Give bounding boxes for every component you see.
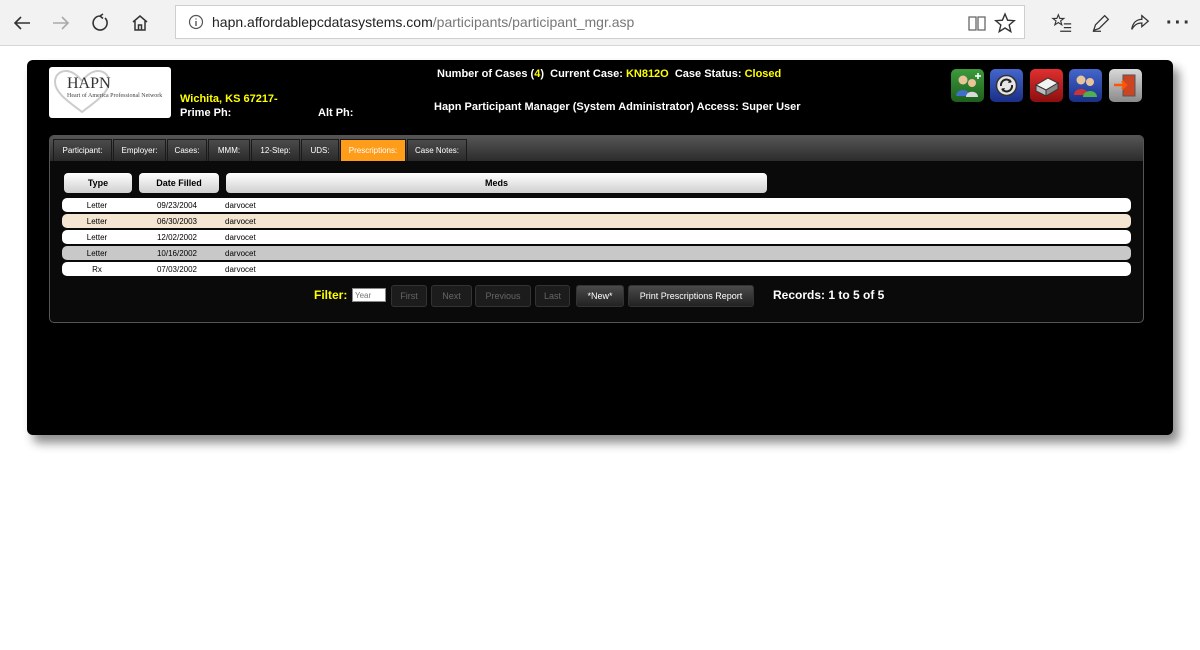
participant-city: Wichita, KS 67217-	[180, 93, 278, 105]
row-date: 12/02/2002	[156, 233, 198, 242]
refresh-page-icon[interactable]	[86, 9, 114, 37]
tab-12-step[interactable]: 12-Step:	[251, 139, 300, 161]
favorite-star-icon[interactable]	[994, 12, 1016, 34]
row-date: 07/03/2002	[156, 265, 198, 274]
row-meds: darvocet	[225, 265, 256, 274]
back-icon[interactable]	[8, 9, 36, 37]
row-meds: darvocet	[225, 217, 256, 226]
table-row[interactable]: Letter 09/23/2004 darvocet	[62, 198, 1131, 212]
next-button[interactable]: Next	[431, 285, 472, 307]
pen-icon[interactable]	[1089, 11, 1113, 35]
tab-uds[interactable]: UDS:	[301, 139, 339, 161]
forward-icon[interactable]	[47, 9, 75, 37]
case-status-value: Closed	[744, 68, 782, 80]
current-case-value: KN812O	[625, 68, 669, 80]
refresh-icon[interactable]	[990, 69, 1023, 102]
logo-title: HAPN	[67, 75, 111, 92]
case-summary: Number of Cases (4) Current Case: KN812O…	[437, 68, 781, 80]
row-meds: darvocet	[225, 201, 256, 210]
row-type: Rx	[92, 265, 102, 274]
url-path: /participants/participant_mgr.asp	[432, 14, 635, 30]
print-prescriptions-report-button[interactable]: Print Prescriptions Report	[628, 285, 754, 307]
table-row[interactable]: Letter 06/30/2003 darvocet	[62, 214, 1131, 228]
last-button[interactable]: Last	[535, 285, 570, 307]
row-meds: darvocet	[225, 233, 256, 242]
previous-button[interactable]: Previous	[475, 285, 531, 307]
share-icon[interactable]	[1128, 11, 1152, 35]
row-date: 09/23/2004	[156, 201, 198, 210]
hapn-logo: HAPN Heart of America Professional Netwo…	[49, 67, 171, 118]
more-icon[interactable]: ···	[1166, 11, 1191, 35]
participant-manager-panel: HAPN Heart of America Professional Netwo…	[27, 60, 1173, 435]
tab-participant[interactable]: Participant:	[53, 139, 112, 161]
column-header-type[interactable]: Type	[64, 173, 132, 193]
info-icon[interactable]	[188, 14, 204, 30]
case-status-label: Case Status:	[674, 68, 742, 80]
row-type: Letter	[86, 233, 108, 242]
cases-label: Number of Cases (	[437, 68, 535, 80]
cases-close: )	[540, 68, 544, 80]
column-header-meds[interactable]: Meds	[226, 173, 767, 193]
row-type: Letter	[86, 217, 108, 226]
table-row[interactable]: Letter 12/02/2002 darvocet	[62, 230, 1131, 244]
reading-view-icon[interactable]	[966, 12, 988, 34]
tab-cases[interactable]: Cases:	[167, 139, 207, 161]
url-text[interactable]: hapn.affordablepcdatasystems.com/partici…	[212, 14, 634, 30]
alt-phone-label: Alt Ph:	[318, 107, 354, 119]
users-icon[interactable]	[1069, 69, 1102, 102]
home-icon[interactable]	[126, 9, 154, 37]
prime-phone-label: Prime Ph:	[180, 107, 232, 119]
tab-mmm[interactable]: MMM:	[208, 139, 250, 161]
access-line: Hapn Participant Manager (System Adminis…	[434, 101, 801, 113]
column-header-date-filled[interactable]: Date Filled	[139, 173, 219, 193]
filter-year-input[interactable]	[352, 288, 386, 302]
tab-bar: Participant: Employer: Cases: MMM: 12-St…	[50, 136, 1143, 161]
row-type: Letter	[86, 249, 108, 258]
filter-label: Filter:	[314, 288, 348, 302]
favorites-hub-icon[interactable]	[1050, 11, 1074, 35]
participants-icon[interactable]	[951, 69, 984, 102]
url-domain: hapn.affordablepcdatasystems.com	[212, 14, 433, 30]
tab-prescriptions[interactable]: Prescriptions:	[340, 139, 406, 161]
row-date: 10/16/2002	[156, 249, 198, 258]
row-date: 06/30/2003	[156, 217, 198, 226]
tab-case-notes[interactable]: Case Notes:	[407, 139, 467, 161]
table-row[interactable]: Letter 10/16/2002 darvocet	[62, 246, 1131, 260]
row-type: Letter	[86, 201, 108, 210]
address-bar[interactable]: hapn.affordablepcdatasystems.com/partici…	[175, 5, 1025, 39]
print-icon[interactable]	[1030, 69, 1063, 102]
table-row[interactable]: Rx 07/03/2002 darvocet	[62, 262, 1131, 276]
logo-subtitle: Heart of America Professional Network	[67, 93, 163, 99]
records-count: Records: 1 to 5 of 5	[773, 288, 885, 302]
logout-icon[interactable]	[1109, 69, 1142, 102]
row-meds: darvocet	[225, 249, 256, 258]
first-button[interactable]: First	[391, 285, 427, 307]
browser-toolbar: hapn.affordablepcdatasystems.com/partici…	[0, 0, 1200, 46]
current-case-label: Current Case:	[550, 68, 623, 80]
new-prescription-button[interactable]: *New*	[576, 285, 624, 307]
tab-employer[interactable]: Employer:	[113, 139, 166, 161]
